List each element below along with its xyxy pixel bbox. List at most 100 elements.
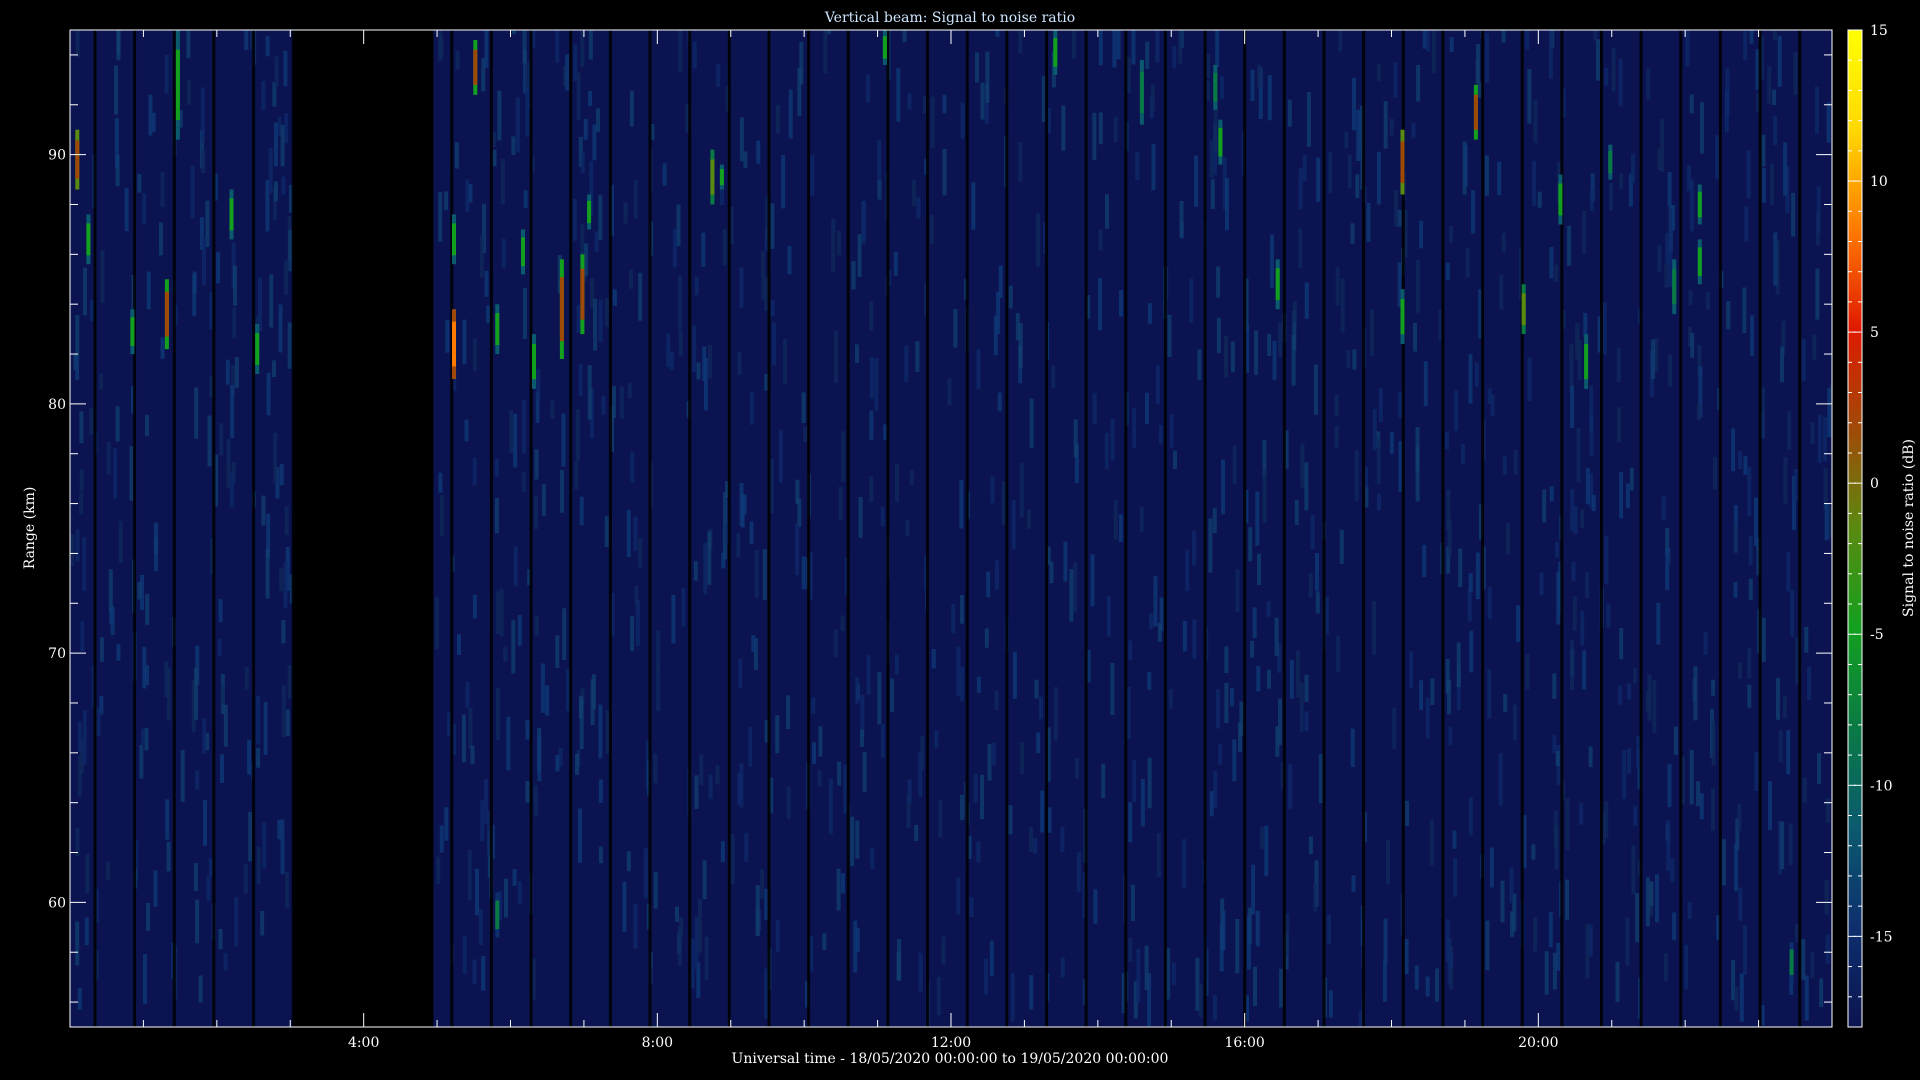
gap-stripe xyxy=(1322,30,1326,1027)
noise-speck xyxy=(1150,84,1155,111)
noise-speck xyxy=(1776,678,1780,720)
noise-speck xyxy=(1554,264,1559,282)
noise-speck xyxy=(1589,385,1594,432)
noise-speck xyxy=(604,516,609,547)
noise-speck xyxy=(1824,503,1829,541)
gap-stripe xyxy=(767,30,771,1027)
noise-speck xyxy=(1182,839,1187,888)
noise-speck xyxy=(989,940,994,977)
noise-speck xyxy=(279,463,284,486)
noise-speck xyxy=(1445,431,1449,450)
noise-speck xyxy=(672,228,677,268)
noise-speck xyxy=(462,935,467,975)
noise-speck xyxy=(1554,825,1559,870)
echo-mark xyxy=(1697,184,1702,225)
noise-speck xyxy=(288,230,293,272)
noise-speck xyxy=(232,307,237,339)
noise-speck xyxy=(481,955,486,991)
noise-speck xyxy=(1389,118,1394,136)
noise-speck xyxy=(218,599,223,622)
noise-speck xyxy=(980,774,985,820)
noise-speck xyxy=(559,469,564,513)
noise-speck xyxy=(1339,529,1344,564)
noise-speck xyxy=(722,229,727,266)
cbar-tick-label: 0 xyxy=(1870,476,1879,492)
noise-speck xyxy=(1047,807,1052,833)
echo-mark xyxy=(719,164,724,190)
noise-speck xyxy=(936,976,941,1016)
noise-speck xyxy=(220,685,225,705)
noise-speck xyxy=(1734,986,1739,1011)
noise-speck xyxy=(1389,431,1394,454)
echo-core xyxy=(1697,247,1702,277)
noise-speck xyxy=(619,386,624,419)
noise-speck xyxy=(1194,155,1199,207)
noise-speck xyxy=(522,30,527,64)
noise-speck xyxy=(534,495,538,529)
noise-speck xyxy=(1748,535,1753,566)
echo-mark xyxy=(473,40,478,95)
gap-stripe xyxy=(1600,30,1603,1027)
noise-speck xyxy=(1743,925,1747,975)
noise-speck xyxy=(739,267,744,309)
noise-speck xyxy=(1743,30,1748,61)
noise-speck xyxy=(1625,483,1630,509)
noise-speck xyxy=(180,750,185,802)
noise-speck xyxy=(795,523,800,576)
gap-stripe xyxy=(727,30,731,1027)
noise-speck xyxy=(738,659,743,689)
noise-speck xyxy=(206,876,211,901)
noise-speck xyxy=(1690,332,1695,358)
noise-speck xyxy=(1019,463,1024,518)
gap-stripe xyxy=(1282,30,1286,1027)
noise-speck xyxy=(1018,30,1023,54)
noise-speck xyxy=(1257,64,1262,88)
noise-speck xyxy=(843,764,848,814)
noise-speck xyxy=(83,267,87,316)
noise-speck xyxy=(1696,781,1701,807)
noise-speck xyxy=(1510,911,1514,938)
noise-speck xyxy=(694,775,699,809)
noise-speck xyxy=(866,74,871,103)
noise-speck xyxy=(1737,803,1742,831)
noise-speck xyxy=(1113,499,1118,540)
noise-speck xyxy=(1570,640,1574,690)
noise-speck xyxy=(930,96,935,148)
noise-speck xyxy=(587,365,592,420)
noise-speck xyxy=(1304,674,1309,702)
noise-speck xyxy=(1308,573,1313,598)
noise-speck xyxy=(1652,680,1657,733)
noise-speck xyxy=(1435,968,1439,1002)
noise-speck xyxy=(643,848,648,899)
noise-speck xyxy=(284,260,289,295)
noise-speck xyxy=(1346,350,1351,368)
noise-speck xyxy=(1216,266,1221,298)
noise-speck xyxy=(1051,365,1056,389)
noise-speck xyxy=(1172,46,1177,69)
noise-speck xyxy=(1423,361,1428,407)
noise-speck xyxy=(951,604,956,634)
noise-speck xyxy=(1824,879,1829,915)
noise-speck xyxy=(1415,427,1420,472)
noise-speck xyxy=(580,151,585,174)
echo-core xyxy=(255,333,260,365)
noise-speck xyxy=(880,506,885,527)
noise-speck xyxy=(1655,874,1659,923)
noise-speck xyxy=(1318,754,1323,804)
noise-speck xyxy=(79,411,84,444)
noise-speck xyxy=(511,620,516,674)
noise-speck xyxy=(440,495,445,537)
snr-chart: Vertical beam: Signal to noise ratio 4:0… xyxy=(22,10,1917,1067)
noise-speck xyxy=(612,386,616,419)
noise-speck xyxy=(468,184,473,203)
noise-speck xyxy=(153,870,158,907)
noise-speck xyxy=(1696,403,1701,421)
noise-speck xyxy=(776,104,781,134)
noise-speck xyxy=(256,747,261,768)
noise-speck xyxy=(1501,232,1506,253)
noise-speck xyxy=(1616,347,1621,382)
noise-speck xyxy=(572,198,577,241)
echo-core xyxy=(559,277,564,342)
noise-speck xyxy=(164,661,169,697)
gap-stripe xyxy=(1084,30,1088,1027)
